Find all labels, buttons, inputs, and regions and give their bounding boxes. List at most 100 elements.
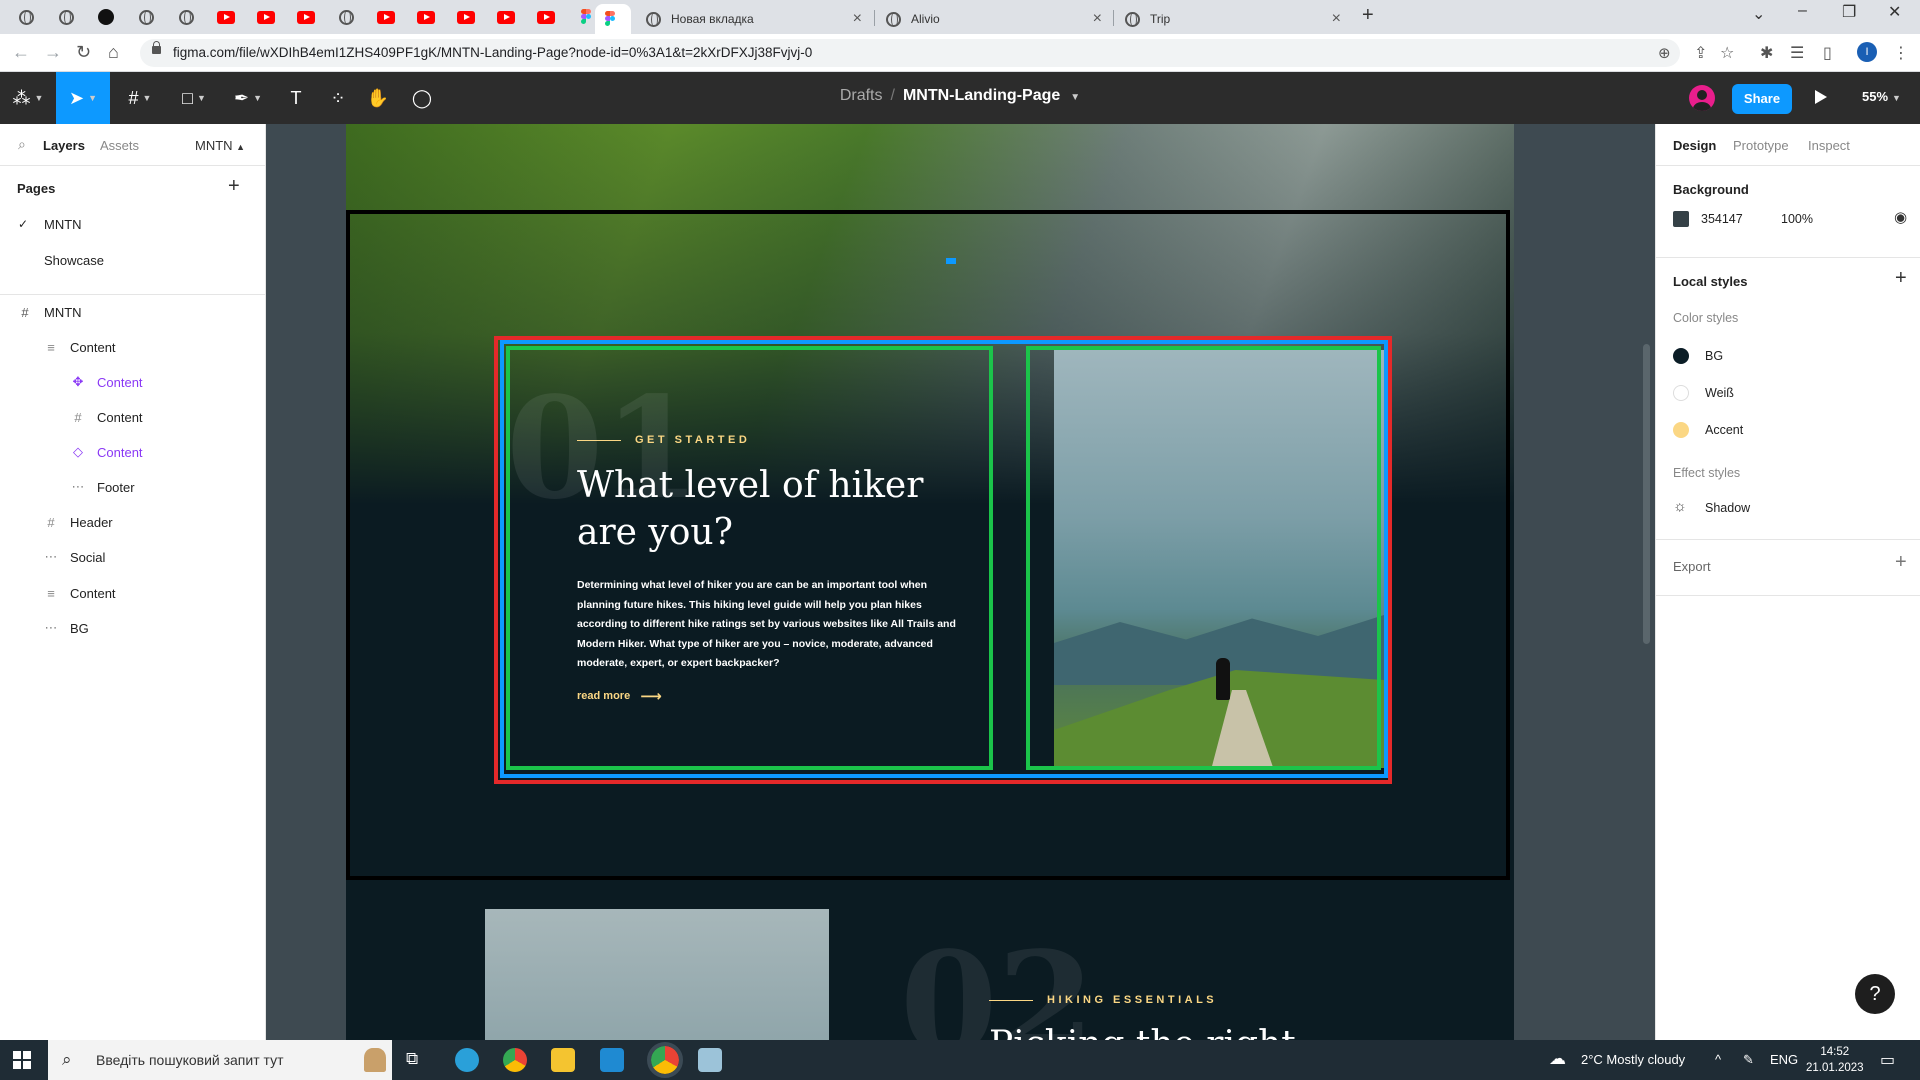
close-icon[interactable]: × [1332,10,1341,28]
zoom-level[interactable]: 55% ▼ [1862,89,1901,104]
pinned-tab[interactable] [252,6,280,28]
back-icon[interactable]: ← [12,42,30,63]
pinned-tab[interactable] [52,6,80,28]
design-canvas[interactable]: 01 GET STARTED What level of hiker are y… [266,124,1655,1040]
tab-layers[interactable]: Layers [43,138,85,153]
chrome-icon[interactable] [503,1048,527,1072]
pinned-tab[interactable] [492,6,520,28]
pinned-tab[interactable] [212,6,240,28]
tab-trip[interactable]: Trip × [1115,4,1351,34]
color-style-weiss[interactable]: Weiß [1705,386,1734,400]
layer-instance[interactable]: ◇ Content [71,442,143,462]
reload-icon[interactable]: ↻ [76,42,91,63]
close-window-button[interactable]: ✕ [1888,2,1901,22]
layer-component[interactable]: ✥ Content [71,372,143,392]
artboard-mntn[interactable]: 01 GET STARTED What level of hiker are y… [346,124,1514,1040]
side-panel-icon[interactable]: ▯ [1823,43,1832,63]
maximize-button[interactable]: ❐ [1842,2,1856,22]
page-item-showcase[interactable]: Showcase [44,253,104,268]
windows-start-icon[interactable] [13,1051,31,1069]
page-dropdown[interactable]: MNTN ▲ [195,138,245,153]
effect-style-shadow[interactable]: Shadow [1705,501,1750,515]
share-page-icon[interactable]: ⇪ [1694,43,1707,63]
bookmark-star-icon[interactable]: ☆ [1720,43,1734,63]
breadcrumb-drafts[interactable]: Drafts [840,87,883,104]
pinned-tab[interactable] [532,6,560,28]
pinned-tab[interactable] [412,6,440,28]
layer-footer[interactable]: ⋯ Footer [71,477,135,497]
task-view-icon[interactable]: ⧉ [406,1049,418,1069]
pinned-tab[interactable] [372,6,400,28]
pinned-tab[interactable] [452,6,480,28]
layer-social[interactable]: ⋯ Social [44,547,106,567]
weather-text[interactable]: 2°C Mostly cloudy [1581,1052,1685,1067]
background-opacity-input[interactable]: 100% [1781,212,1813,226]
layer-bg[interactable]: ⋯ BG [44,618,89,638]
home-icon[interactable]: ⌂ [108,42,119,63]
profile-avatar[interactable]: I [1857,42,1877,62]
tab-prototype[interactable]: Prototype [1733,138,1789,153]
read-more-link[interactable]: read more ⟶ [577,687,662,705]
canvas-scrollbar[interactable] [1643,344,1650,644]
background-hex-input[interactable]: 354147 [1701,212,1743,226]
selection-handle[interactable] [946,258,956,264]
forward-icon[interactable]: → [44,42,62,63]
minimize-button[interactable]: – [1798,2,1807,20]
eye-icon[interactable]: ◉ [1894,208,1907,226]
color-style-bg[interactable]: BG [1705,349,1723,363]
layer-group[interactable]: ≡ Content [44,583,115,603]
content-card[interactable] [494,336,1392,784]
layer-frame[interactable]: # Content [71,407,142,427]
tab-alivio[interactable]: Alivio × [876,4,1112,34]
tab-design[interactable]: Design [1673,138,1716,153]
language-indicator[interactable]: ENG [1770,1052,1798,1067]
reading-list-icon[interactable]: ☰ [1790,43,1804,63]
chevron-down-icon[interactable]: ▼ [1070,92,1080,103]
pinned-tab[interactable] [172,6,200,28]
tab-search-icon[interactable]: ⌄ [1752,4,1765,24]
tray-chevron-icon[interactable]: ^ [1715,1052,1721,1067]
page-item-mntn[interactable]: MNTN [44,217,82,232]
new-tab-button[interactable]: + [1362,4,1374,27]
background-swatch[interactable] [1673,211,1689,227]
help-button[interactable]: ? [1855,974,1895,1014]
vscode-icon[interactable] [600,1048,624,1072]
chrome-active-icon[interactable] [647,1042,683,1078]
pen-tray-icon[interactable]: ✎ [1743,1052,1754,1068]
color-style-accent[interactable]: Accent [1705,423,1743,437]
add-export-icon[interactable]: + [1895,551,1907,574]
search-icon[interactable]: ⌕ [18,136,26,153]
notifications-icon[interactable]: ▭ [1880,1050,1895,1070]
share-button[interactable]: Share [1732,84,1792,114]
menu-kebab-icon[interactable]: ⋮ [1893,43,1909,63]
tab-figma-active[interactable] [595,4,631,34]
notepad-icon[interactable] [698,1048,722,1072]
taskbar-search[interactable]: ⌕ Введіть пошуковий запит тут [48,1040,392,1080]
user-avatar[interactable] [1689,85,1715,111]
autolayout-icon: ≡ [47,585,55,601]
add-style-icon[interactable]: + [1895,267,1907,290]
pinned-tab[interactable] [292,6,320,28]
file-explorer-icon[interactable] [551,1048,575,1072]
tab-assets[interactable]: Assets [100,138,139,153]
pinned-tab[interactable] [12,6,40,28]
present-play-icon[interactable] [1815,90,1827,104]
telegram-icon[interactable] [455,1048,479,1072]
pinned-tab[interactable] [132,6,160,28]
tab-inspect[interactable]: Inspect [1808,138,1850,153]
close-icon[interactable]: × [1093,10,1102,28]
tab-new-tab[interactable]: Новая вкладка × [636,4,872,34]
omnibox[interactable]: figma.com/file/wXDIhB4emI1ZHS409PF1gK/MN… [140,39,1680,67]
pinned-tab[interactable] [332,6,360,28]
file-name[interactable]: MNTN-Landing-Page [903,87,1060,104]
layer-frame[interactable]: # MNTN [18,302,81,322]
close-icon[interactable]: × [853,10,862,28]
layer-header[interactable]: # Header [44,512,112,532]
clock[interactable]: 14:52 21.01.2023 [1806,1044,1864,1076]
extensions-icon[interactable]: ✱ [1760,43,1773,63]
pinned-tab[interactable] [92,6,120,28]
layer-group[interactable]: ≡ Content [44,337,115,357]
pages-title: Pages [17,181,56,196]
add-page-icon[interactable]: + [228,175,240,198]
zoom-icon[interactable]: ⊕ [1658,44,1671,62]
